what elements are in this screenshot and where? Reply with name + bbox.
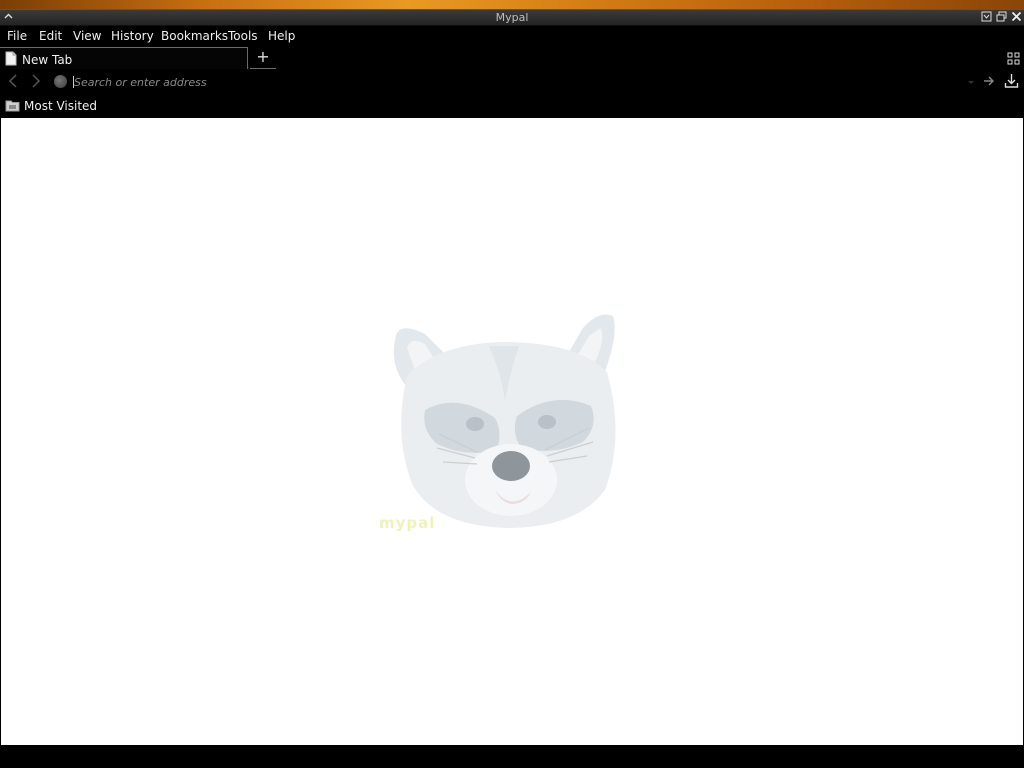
tab-label: New Tab — [22, 53, 73, 67]
menu-bar: File Edit View History Bookmarks Tools H… — [0, 26, 1024, 46]
folder-icon — [5, 98, 20, 115]
restore-icon[interactable] — [995, 11, 1008, 24]
back-icon[interactable] — [6, 73, 20, 92]
page-content[interactable]: mypal — [1, 118, 1023, 745]
window-titlebar[interactable]: Mypal — [0, 9, 1024, 26]
text-caret — [73, 76, 74, 88]
forward-icon[interactable] — [29, 73, 43, 92]
page-icon — [5, 51, 17, 69]
bookmarks-toolbar: Most Visited — [0, 94, 1024, 118]
menu-tools[interactable]: Tools — [228, 29, 258, 43]
dropdown-arrow-icon[interactable] — [966, 76, 976, 90]
navigation-bar — [0, 70, 1024, 94]
menu-view[interactable]: View — [73, 29, 101, 43]
go-arrow-icon[interactable] — [982, 73, 996, 92]
svg-text:mypal: mypal — [379, 514, 435, 532]
window-title: Mypal — [495, 11, 529, 24]
desktop-background — [0, 0, 1024, 9]
grid-icon[interactable] — [1007, 52, 1020, 68]
close-icon[interactable] — [1010, 11, 1023, 24]
tab-strip: New Tab + — [0, 46, 1024, 70]
menu-help[interactable]: Help — [268, 29, 295, 43]
new-tab-button[interactable]: + — [250, 47, 276, 69]
address-bar[interactable] — [72, 73, 964, 91]
site-identity-icon[interactable] — [54, 75, 67, 88]
menu-bookmarks[interactable]: Bookmarks — [161, 29, 228, 43]
minimize-icon[interactable] — [980, 11, 993, 24]
menu-file[interactable]: File — [7, 29, 27, 43]
status-bar — [0, 745, 1024, 768]
tab-new-tab[interactable]: New Tab — [0, 47, 248, 69]
raccoon-logo: mypal — [379, 314, 616, 532]
bookmark-label: Most Visited — [24, 99, 98, 113]
menu-history[interactable]: History — [111, 29, 154, 43]
menu-edit[interactable]: Edit — [39, 29, 62, 43]
download-icon[interactable] — [1004, 73, 1019, 92]
